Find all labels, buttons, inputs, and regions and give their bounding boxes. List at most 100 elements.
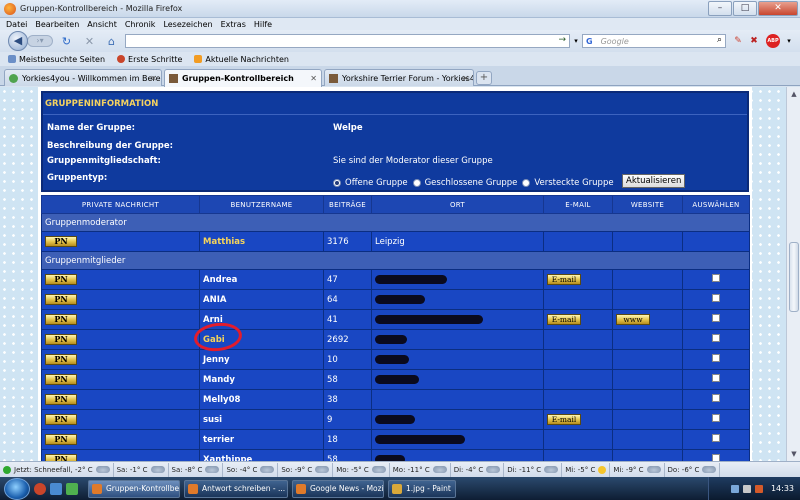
new-tab-button[interactable]: + xyxy=(476,71,492,85)
adblock-icon[interactable]: ABP xyxy=(766,34,780,48)
menu-ansicht[interactable]: Ansicht xyxy=(87,20,117,29)
weather-forecast-item[interactable]: Mo: -11° C xyxy=(390,462,451,477)
select-checkbox[interactable] xyxy=(712,394,720,402)
pn-button[interactable]: PN xyxy=(45,236,77,247)
weather-forecast-item[interactable]: Di: -4° C xyxy=(451,462,505,477)
weather-forecast-item[interactable]: Mi: -9° C xyxy=(610,462,665,477)
select-checkbox[interactable] xyxy=(712,274,720,282)
menu-hilfe[interactable]: Hilfe xyxy=(254,20,272,29)
scroll-up-icon[interactable]: ▲ xyxy=(789,89,799,99)
close-tab-icon[interactable]: ✕ xyxy=(150,74,157,83)
radio-closed-group[interactable] xyxy=(412,179,421,187)
bookmark-most-visited[interactable]: Meistbesuchte Seiten xyxy=(8,55,105,64)
tray-app-icon[interactable] xyxy=(754,484,763,493)
pn-button[interactable]: PN xyxy=(45,454,77,461)
reload-icon[interactable]: ↻ xyxy=(60,35,73,48)
home-icon[interactable]: ⌂ xyxy=(105,35,118,48)
select-checkbox[interactable] xyxy=(712,354,720,362)
weather-forecast-item[interactable]: Sa: -8° C xyxy=(169,462,224,477)
start-button[interactable] xyxy=(4,477,30,500)
pn-button[interactable]: PN xyxy=(45,354,77,365)
tray-volume-icon[interactable] xyxy=(742,484,751,493)
bookmark-first-steps[interactable]: Erste Schritte xyxy=(117,55,182,64)
back-button[interactable]: ◀ xyxy=(8,31,28,51)
select-checkbox[interactable] xyxy=(712,334,720,342)
email-button[interactable]: E-mail xyxy=(547,274,581,285)
username-cell[interactable]: terrier xyxy=(199,429,324,450)
username-cell[interactable]: susi xyxy=(199,409,324,430)
forward-button[interactable]: ›▾ xyxy=(27,35,53,47)
menu-extras[interactable]: Extras xyxy=(221,20,246,29)
pn-button[interactable]: PN xyxy=(45,434,77,445)
tab-yorkshire-forum[interactable]: Yorkshire Terrier Forum - Yorkies4y... ✕ xyxy=(324,69,474,86)
close-window-button[interactable]: ✕ xyxy=(758,1,798,16)
pn-button[interactable]: PN xyxy=(45,334,77,345)
taskbar-item-paint[interactable]: 1.jpg - Paint xyxy=(388,479,456,498)
minimize-button[interactable]: – xyxy=(708,1,732,16)
url-bar[interactable]: → xyxy=(125,34,570,48)
weather-forecast-item[interactable]: Mi: -5° C xyxy=(562,462,611,477)
stop-icon[interactable]: ✕ xyxy=(83,35,96,48)
username-cell[interactable]: Mandy xyxy=(199,369,324,390)
username-cell[interactable]: Matthias xyxy=(199,231,324,252)
pn-button[interactable]: PN xyxy=(45,314,77,325)
search-icon[interactable]: ⌕ xyxy=(717,35,722,45)
close-tab-icon[interactable]: ✕ xyxy=(462,74,469,83)
www-button[interactable]: www xyxy=(616,314,650,325)
scroll-thumb[interactable] xyxy=(789,242,799,312)
username-cell[interactable]: Melly08 xyxy=(199,389,324,410)
menu-datei[interactable]: Datei xyxy=(6,20,27,29)
select-checkbox[interactable] xyxy=(712,454,720,461)
url-dropdown-icon[interactable]: ▾ xyxy=(570,35,582,47)
tray-network-icon[interactable] xyxy=(730,484,739,493)
clock[interactable]: 14:33 xyxy=(771,484,794,493)
select-checkbox[interactable] xyxy=(712,294,720,302)
weather-forecast-item[interactable]: Di: -11° C xyxy=(504,462,563,477)
tab-gruppen-kontrollbereich[interactable]: Gruppen-Kontrollbereich ✕ xyxy=(164,69,322,87)
taskbar-item-antwort[interactable]: Antwort schreiben - ... xyxy=(184,479,288,498)
select-checkbox[interactable] xyxy=(712,374,720,382)
addon-icon[interactable]: ✎ xyxy=(732,35,744,47)
weather-forecast-item[interactable]: So: -4° C xyxy=(223,462,279,477)
taskbar-item-google-news[interactable]: Google News - Mozi... xyxy=(292,479,384,498)
weather-forecast-item[interactable]: Mo: -5° C xyxy=(333,462,390,477)
pn-button[interactable]: PN xyxy=(45,274,77,285)
app-quicklaunch-icon[interactable] xyxy=(66,482,78,495)
firefox-quicklaunch-icon[interactable] xyxy=(34,482,46,495)
username-cell[interactable]: ANIA xyxy=(199,289,324,310)
maximize-button[interactable]: □ xyxy=(733,1,757,16)
tab-yorkies4you[interactable]: Yorkies4you - Willkommen im Berei... ✕ xyxy=(4,69,162,86)
taskbar-item-gruppen[interactable]: Gruppen-Kontrollbe... xyxy=(88,479,180,498)
pn-button[interactable]: PN xyxy=(45,414,77,425)
close-tab-icon[interactable]: ✕ xyxy=(310,74,317,83)
weather-current[interactable]: Jetzt: Schneefall, -2° C xyxy=(0,462,114,477)
radio-hidden-group[interactable] xyxy=(522,179,531,187)
weather-forecast-item[interactable]: Do: -6° C xyxy=(665,462,721,477)
email-button[interactable]: E-mail xyxy=(547,414,581,425)
go-arrow-icon[interactable]: → xyxy=(558,35,566,45)
addon-2-icon[interactable]: ✖ xyxy=(748,35,760,47)
menu-bearbeiten[interactable]: Bearbeiten xyxy=(35,20,79,29)
menu-lesezeichen[interactable]: Lesezeichen xyxy=(163,20,212,29)
scroll-down-icon[interactable]: ▼ xyxy=(789,449,799,459)
weather-forecast-item[interactable]: Sa: -1° C xyxy=(114,462,169,477)
adblock-dropdown-icon[interactable]: ▾ xyxy=(783,35,795,47)
username-cell[interactable]: Andrea xyxy=(199,269,324,290)
select-checkbox[interactable] xyxy=(712,434,720,442)
update-button[interactable]: Aktualisieren xyxy=(622,174,686,188)
weather-forecast-item[interactable]: So: -9° C xyxy=(278,462,334,477)
select-checkbox[interactable] xyxy=(712,414,720,422)
username-cell[interactable]: Xanthippe xyxy=(199,449,324,461)
search-bar[interactable]: G Google ⌕ xyxy=(582,34,726,48)
bookmark-news[interactable]: Aktuelle Nachrichten xyxy=(194,55,289,64)
pn-button[interactable]: PN xyxy=(45,374,77,385)
pn-button[interactable]: PN xyxy=(45,294,77,305)
email-button[interactable]: E-mail xyxy=(547,314,581,325)
desktop-quicklaunch-icon[interactable] xyxy=(50,482,62,495)
radio-open-group[interactable] xyxy=(333,179,341,187)
pn-button[interactable]: PN xyxy=(45,394,77,405)
select-checkbox[interactable] xyxy=(712,314,720,322)
menu-chronik[interactable]: Chronik xyxy=(125,20,156,29)
vertical-scrollbar[interactable]: ▲ ▼ xyxy=(786,87,800,461)
username-cell[interactable]: Jenny xyxy=(199,349,324,370)
